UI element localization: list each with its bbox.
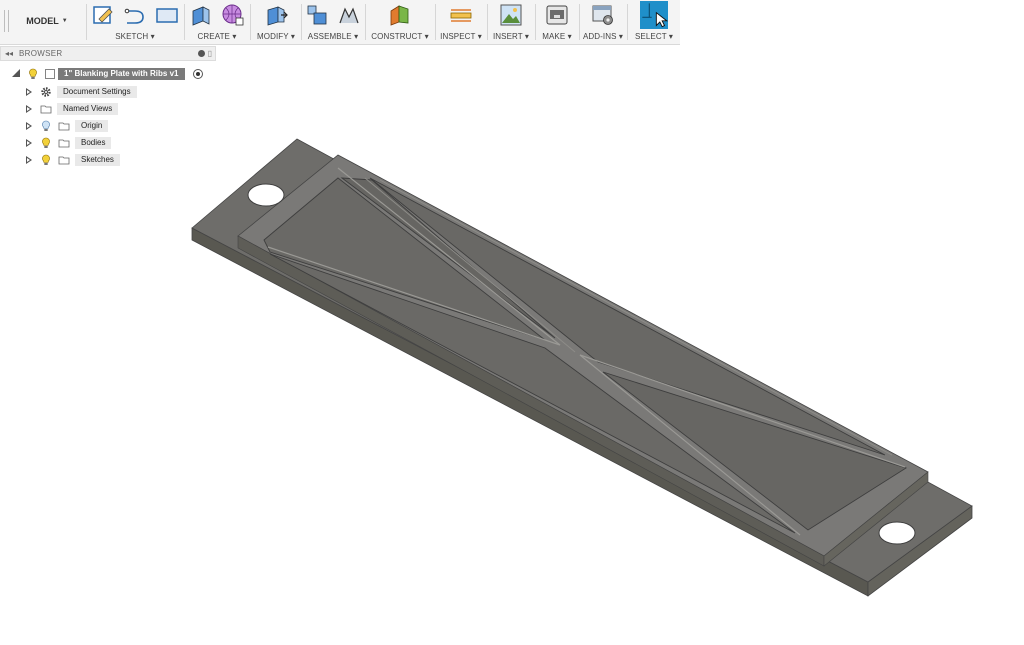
sketch-create-icon[interactable] [91, 3, 115, 27]
toolbar-group-inspect[interactable]: INSPECT ▾ [437, 0, 485, 44]
collapse-triangle-icon[interactable] [12, 69, 20, 77]
rectangle-icon[interactable] [155, 3, 179, 27]
toolbar-divider [435, 4, 436, 40]
select-icon[interactable] [640, 1, 668, 29]
group-label-assemble: ASSEMBLE [307, 32, 352, 41]
dropdown-icon: ▾ [618, 32, 624, 41]
expand-triangle-icon[interactable] [26, 139, 32, 147]
gear-icon [41, 87, 51, 97]
toolbar-divider [579, 4, 580, 40]
toolbar-group-insert[interactable]: INSERT ▾ [489, 0, 533, 44]
lightbulb-on-icon[interactable] [40, 154, 52, 166]
group-label-addins: ADD-INS [582, 32, 617, 41]
panel-resize-handle[interactable]: ▯ [208, 49, 212, 58]
expand-triangle-icon[interactable] [26, 156, 32, 164]
browser-item-sketches[interactable]: Sketches [0, 154, 216, 166]
toolbar-group-create[interactable]: CREATE ▾ [186, 0, 248, 44]
lightbulb-on-icon[interactable] [27, 68, 39, 80]
browser-item-label: Document Settings [57, 86, 137, 98]
group-label-create: CREATE [197, 32, 230, 41]
toolbar-group-assemble[interactable]: ASSEMBLE ▾ [303, 0, 363, 44]
scripts-icon[interactable] [591, 3, 615, 27]
extrude-icon[interactable] [189, 3, 213, 27]
expand-triangle-icon[interactable] [26, 88, 32, 96]
press-pull-icon[interactable] [264, 3, 288, 27]
folder-icon [40, 105, 52, 114]
workspace-mode-dropdown[interactable]: MODEL ▼ [10, 6, 84, 36]
expand-triangle-icon[interactable] [26, 105, 32, 113]
dropdown-icon: ▾ [290, 32, 296, 41]
browser-item-label: Origin [75, 120, 109, 132]
toolbar-group-sketch[interactable]: SKETCH ▾ [88, 0, 182, 44]
toolbar-divider [301, 4, 302, 40]
toolbar-divider [184, 4, 185, 40]
mounting-hole-left[interactable] [247, 183, 285, 207]
folder-icon [58, 156, 70, 165]
browser-item-origin[interactable]: Origin [0, 120, 216, 132]
browser-root-row[interactable]: 1" Blanking Plate with Ribs v1 [0, 66, 216, 82]
browser-item-named-views[interactable]: Named Views [0, 103, 216, 115]
group-label-insert: INSERT [492, 32, 523, 41]
browser-item-document-settings[interactable]: Document Settings [0, 86, 216, 98]
toolbar-divider [250, 4, 251, 40]
folder-icon [58, 122, 70, 131]
toolbar-divider [365, 4, 366, 40]
line-icon[interactable] [123, 3, 147, 27]
toolbar-grip[interactable] [4, 10, 9, 32]
dropdown-icon: ▾ [424, 32, 429, 41]
joint-icon[interactable] [337, 3, 361, 27]
toolbar-group-addins[interactable]: ADD-INS ▾ [581, 0, 625, 44]
toolbar-divider [487, 4, 488, 40]
mounting-hole-right[interactable] [878, 521, 916, 545]
folder-icon [58, 139, 70, 148]
workspace-mode-label: MODEL [26, 16, 59, 26]
group-label-construct: CONSTRUCT [371, 32, 423, 41]
insert-image-icon[interactable] [499, 3, 523, 27]
toolbar-divider [86, 4, 87, 40]
group-label-sketch: SKETCH [115, 32, 149, 41]
toolbar-group-modify[interactable]: MODIFY ▾ [252, 0, 300, 44]
dropdown-icon: ▾ [524, 32, 530, 41]
plane-icon[interactable] [388, 3, 412, 27]
group-label-modify: MODIFY [256, 32, 289, 41]
group-label-inspect: INSPECT [440, 32, 476, 41]
pin-icon[interactable] [198, 50, 205, 57]
form-icon[interactable] [221, 3, 245, 27]
activate-radio-icon[interactable] [192, 68, 204, 80]
lightbulb-on-icon[interactable] [40, 137, 52, 149]
toolbar-group-make[interactable]: MAKE ▾ [537, 0, 577, 44]
measure-icon[interactable] [449, 3, 473, 27]
lightbulb-off-icon[interactable] [40, 120, 52, 132]
browser-panel-header[interactable]: ◂◂ BROWSER ▯ [0, 46, 216, 61]
toolbar-divider [535, 4, 536, 40]
chevron-down-icon: ▼ [61, 18, 68, 24]
dropdown-icon: ▾ [567, 32, 572, 41]
browser-item-label: Sketches [75, 154, 120, 166]
browser-item-label: Named Views [57, 103, 119, 115]
browser-item-bodies[interactable]: Bodies [0, 137, 216, 149]
new-component-icon[interactable] [305, 3, 329, 27]
root-component-label[interactable]: 1" Blanking Plate with Ribs v1 [58, 68, 185, 80]
expand-triangle-icon[interactable] [26, 122, 32, 130]
browser-item-label: Bodies [75, 137, 112, 149]
dropdown-icon: ▾ [150, 32, 155, 41]
dropdown-icon: ▾ [668, 32, 674, 41]
dropdown-icon: ▾ [477, 32, 482, 41]
toolbar-group-select[interactable]: SELECT ▾ [629, 0, 679, 44]
group-label-select: SELECT [634, 32, 667, 41]
collapse-panel-icon[interactable]: ◂◂ [5, 49, 13, 58]
document-icon [45, 69, 55, 79]
dropdown-icon: ▾ [354, 32, 359, 41]
toolbar-group-construct[interactable]: CONSTRUCT ▾ [367, 0, 433, 44]
3d-print-icon[interactable] [545, 3, 569, 27]
group-label-make: MAKE [542, 32, 566, 41]
dropdown-icon: ▾ [232, 32, 237, 41]
toolbar-divider [627, 4, 628, 40]
toolbar: MODEL ▼ SKETCH ▾ CREATE ▾ MODIFY ▾ ASSEM… [0, 0, 680, 45]
browser-title: BROWSER [19, 49, 63, 58]
